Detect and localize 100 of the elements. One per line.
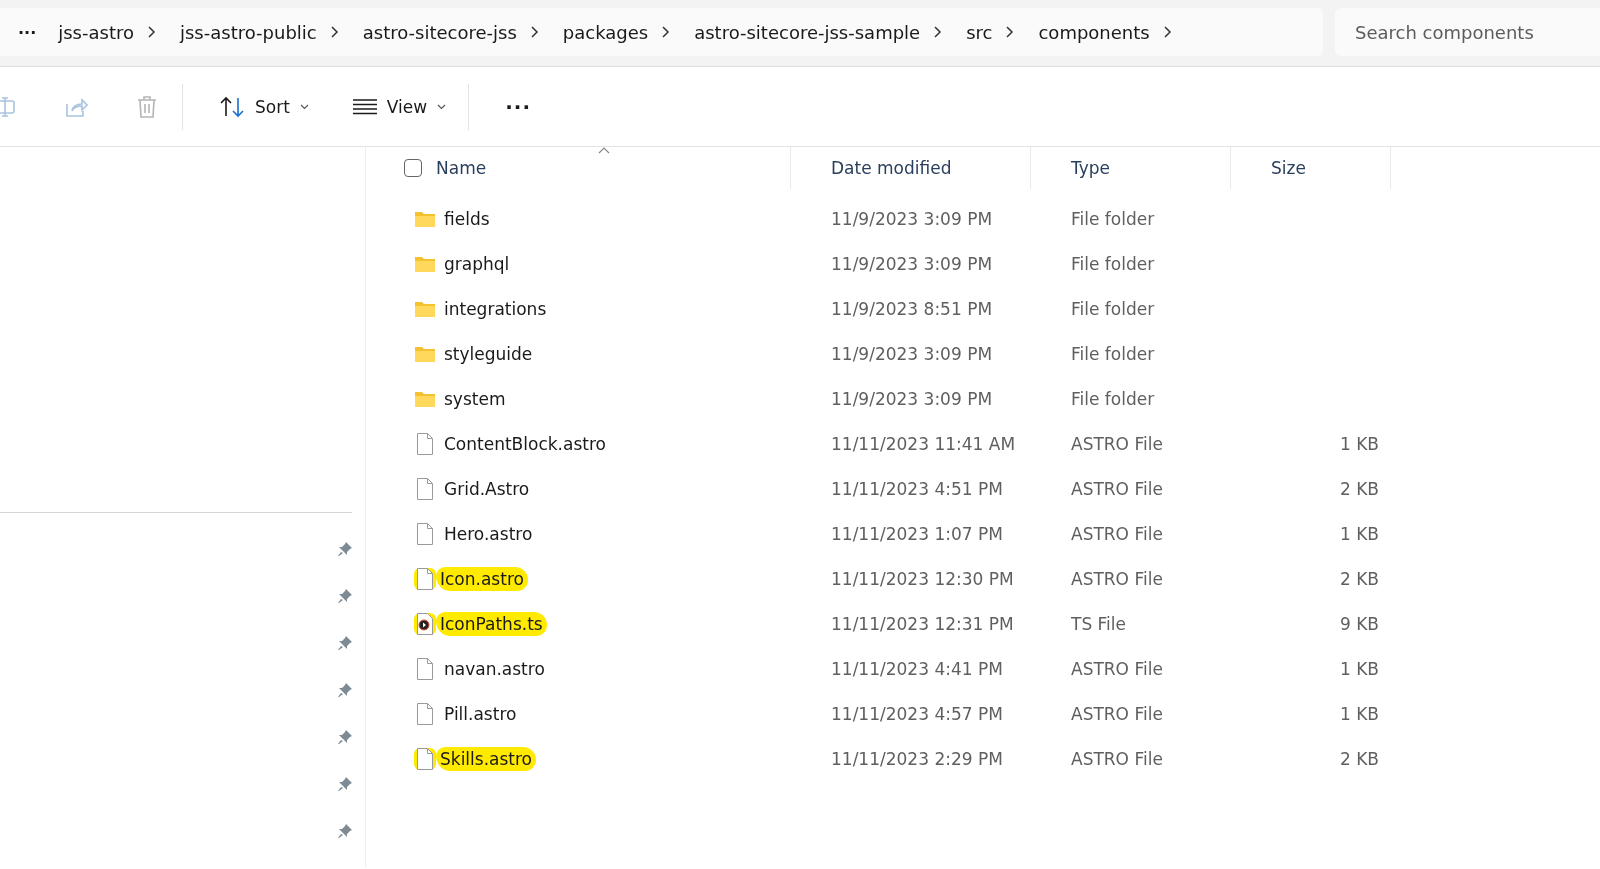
column-header-label: Type bbox=[1071, 158, 1111, 178]
column-header-label: Size bbox=[1271, 158, 1306, 178]
file-name[interactable]: Icon.astro bbox=[436, 566, 528, 591]
breadcrumb-item[interactable]: astro-sitecore-jss-sample bbox=[680, 21, 935, 43]
file-type: File folder bbox=[1071, 208, 1155, 229]
file-name[interactable]: system bbox=[444, 388, 506, 409]
date-modified: 11/9/2023 8:51 PM bbox=[831, 298, 993, 319]
sort-arrows-icon bbox=[219, 95, 245, 118]
file-name[interactable]: graphql bbox=[444, 253, 510, 274]
file-icon bbox=[416, 567, 434, 590]
date-modified: 11/9/2023 3:09 PM bbox=[831, 208, 993, 229]
pin-icon[interactable] bbox=[337, 823, 353, 839]
chevron-right-icon[interactable] bbox=[934, 26, 943, 38]
file-type: ASTRO File bbox=[1071, 703, 1163, 724]
chevron-right-icon[interactable] bbox=[662, 26, 671, 38]
file-name[interactable]: Hero.astro bbox=[444, 523, 533, 544]
chevron-right-icon[interactable] bbox=[530, 26, 539, 38]
breadcrumb-item[interactable]: packages bbox=[548, 21, 663, 43]
file-size: 1 KB bbox=[1339, 433, 1379, 454]
chevron-right-icon[interactable] bbox=[1163, 26, 1172, 38]
chevron-right-icon[interactable] bbox=[148, 26, 156, 38]
breadcrumb-item[interactable]: components bbox=[1024, 21, 1164, 43]
pin-icon[interactable] bbox=[337, 776, 353, 792]
file-size: 1 KB bbox=[1339, 523, 1379, 544]
address-bar[interactable]: ··· jss-astro jss-astro-public astro-sitecore-jss packages astro-sitecore-jss-sample src components bbox=[0, 8, 1323, 56]
file-icon bbox=[416, 657, 434, 680]
file-icon bbox=[416, 432, 434, 455]
caret-icon bbox=[437, 103, 447, 110]
file-name[interactable]: Grid.Astro bbox=[444, 478, 530, 499]
file-type: ASTRO File bbox=[1071, 523, 1163, 544]
file-size: 1 KB bbox=[1339, 658, 1379, 679]
column-header[interactable]: Name bbox=[366, 147, 791, 189]
file-type: File folder bbox=[1071, 253, 1155, 274]
file-type: File folder bbox=[1071, 298, 1155, 319]
file-type: ASTRO File bbox=[1071, 658, 1163, 679]
file-name[interactable]: IconPaths.ts bbox=[436, 611, 547, 636]
sort-button[interactable]: Sort bbox=[207, 87, 321, 126]
file-name[interactable]: ContentBlock.astro bbox=[444, 433, 606, 454]
breadcrumb-overflow[interactable]: ··· bbox=[10, 22, 45, 42]
file-icon bbox=[416, 522, 434, 545]
select-all-checkbox[interactable] bbox=[404, 159, 422, 177]
date-modified: 11/11/2023 4:41 PM bbox=[831, 658, 1003, 679]
file-type: ASTRO File bbox=[1071, 568, 1163, 589]
breadcrumb-item[interactable]: astro-sitecore-jss bbox=[348, 21, 531, 43]
file-size: 2 KB bbox=[1339, 568, 1379, 589]
file-icon bbox=[416, 747, 434, 770]
date-modified: 11/11/2023 1:07 PM bbox=[831, 523, 1003, 544]
file-icon bbox=[416, 702, 434, 725]
more-options-button[interactable]: ··· bbox=[493, 88, 543, 125]
file-type: TS File bbox=[1071, 613, 1127, 634]
date-modified: 11/11/2023 4:57 PM bbox=[831, 703, 1003, 724]
folder-icon bbox=[414, 209, 436, 228]
breadcrumb-item[interactable]: jss-astro-public bbox=[166, 21, 331, 43]
script-file-icon bbox=[416, 612, 434, 635]
list-lines-icon bbox=[352, 98, 377, 115]
file-name[interactable]: navan.astro bbox=[444, 658, 545, 679]
file-name[interactable]: styleguide bbox=[444, 343, 533, 364]
folder-icon bbox=[414, 299, 436, 318]
share-icon[interactable] bbox=[64, 95, 88, 118]
file-size: 2 KB bbox=[1339, 748, 1379, 769]
folder-icon bbox=[414, 254, 436, 273]
pin-icon[interactable] bbox=[337, 729, 353, 745]
date-modified: 11/9/2023 3:09 PM bbox=[831, 253, 993, 274]
file-name[interactable]: fields bbox=[444, 208, 490, 229]
date-modified: 11/11/2023 12:30 PM bbox=[831, 568, 1014, 589]
file-type: ASTRO File bbox=[1071, 748, 1163, 769]
folder-icon bbox=[414, 389, 436, 408]
pin-icon[interactable] bbox=[337, 635, 353, 651]
folder-icon bbox=[414, 344, 436, 363]
file-name[interactable]: Skills.astro bbox=[436, 746, 537, 771]
rename-icon[interactable] bbox=[0, 95, 16, 118]
date-modified: 11/11/2023 11:41 AM bbox=[831, 433, 1016, 454]
pin-icon[interactable] bbox=[337, 682, 353, 698]
date-modified: 11/11/2023 12:31 PM bbox=[831, 613, 1014, 634]
file-type: ASTRO File bbox=[1071, 433, 1163, 454]
chevron-right-icon[interactable] bbox=[1006, 26, 1015, 38]
breadcrumb-item[interactable]: src bbox=[952, 21, 1007, 43]
column-header[interactable]: Size bbox=[1231, 147, 1391, 189]
column-header-label: Date modified bbox=[831, 158, 952, 178]
search-field[interactable]: Search components bbox=[1335, 8, 1600, 56]
chevron-right-icon[interactable] bbox=[330, 26, 339, 38]
file-icon bbox=[416, 477, 434, 500]
trash-icon[interactable] bbox=[136, 94, 158, 119]
pin-icon[interactable] bbox=[337, 588, 353, 604]
file-size: 9 KB bbox=[1339, 613, 1379, 634]
file-size: 1 KB bbox=[1339, 703, 1379, 724]
pin-icon[interactable] bbox=[337, 541, 353, 557]
view-button[interactable]: View bbox=[340, 88, 459, 125]
file-type: File folder bbox=[1071, 388, 1155, 409]
column-header-label: Name bbox=[436, 158, 487, 178]
date-modified: 11/11/2023 2:29 PM bbox=[831, 748, 1003, 769]
caret-icon bbox=[299, 103, 309, 110]
file-type: File folder bbox=[1071, 343, 1155, 364]
column-header[interactable]: Type bbox=[1031, 147, 1231, 189]
file-name[interactable]: integrations bbox=[444, 298, 547, 319]
breadcrumb-item[interactable]: jss-astro bbox=[44, 21, 148, 43]
column-header[interactable]: Date modified bbox=[791, 147, 1031, 189]
file-name[interactable]: Pill.astro bbox=[444, 703, 517, 724]
date-modified: 11/11/2023 4:51 PM bbox=[831, 478, 1003, 499]
date-modified: 11/9/2023 3:09 PM bbox=[831, 388, 993, 409]
